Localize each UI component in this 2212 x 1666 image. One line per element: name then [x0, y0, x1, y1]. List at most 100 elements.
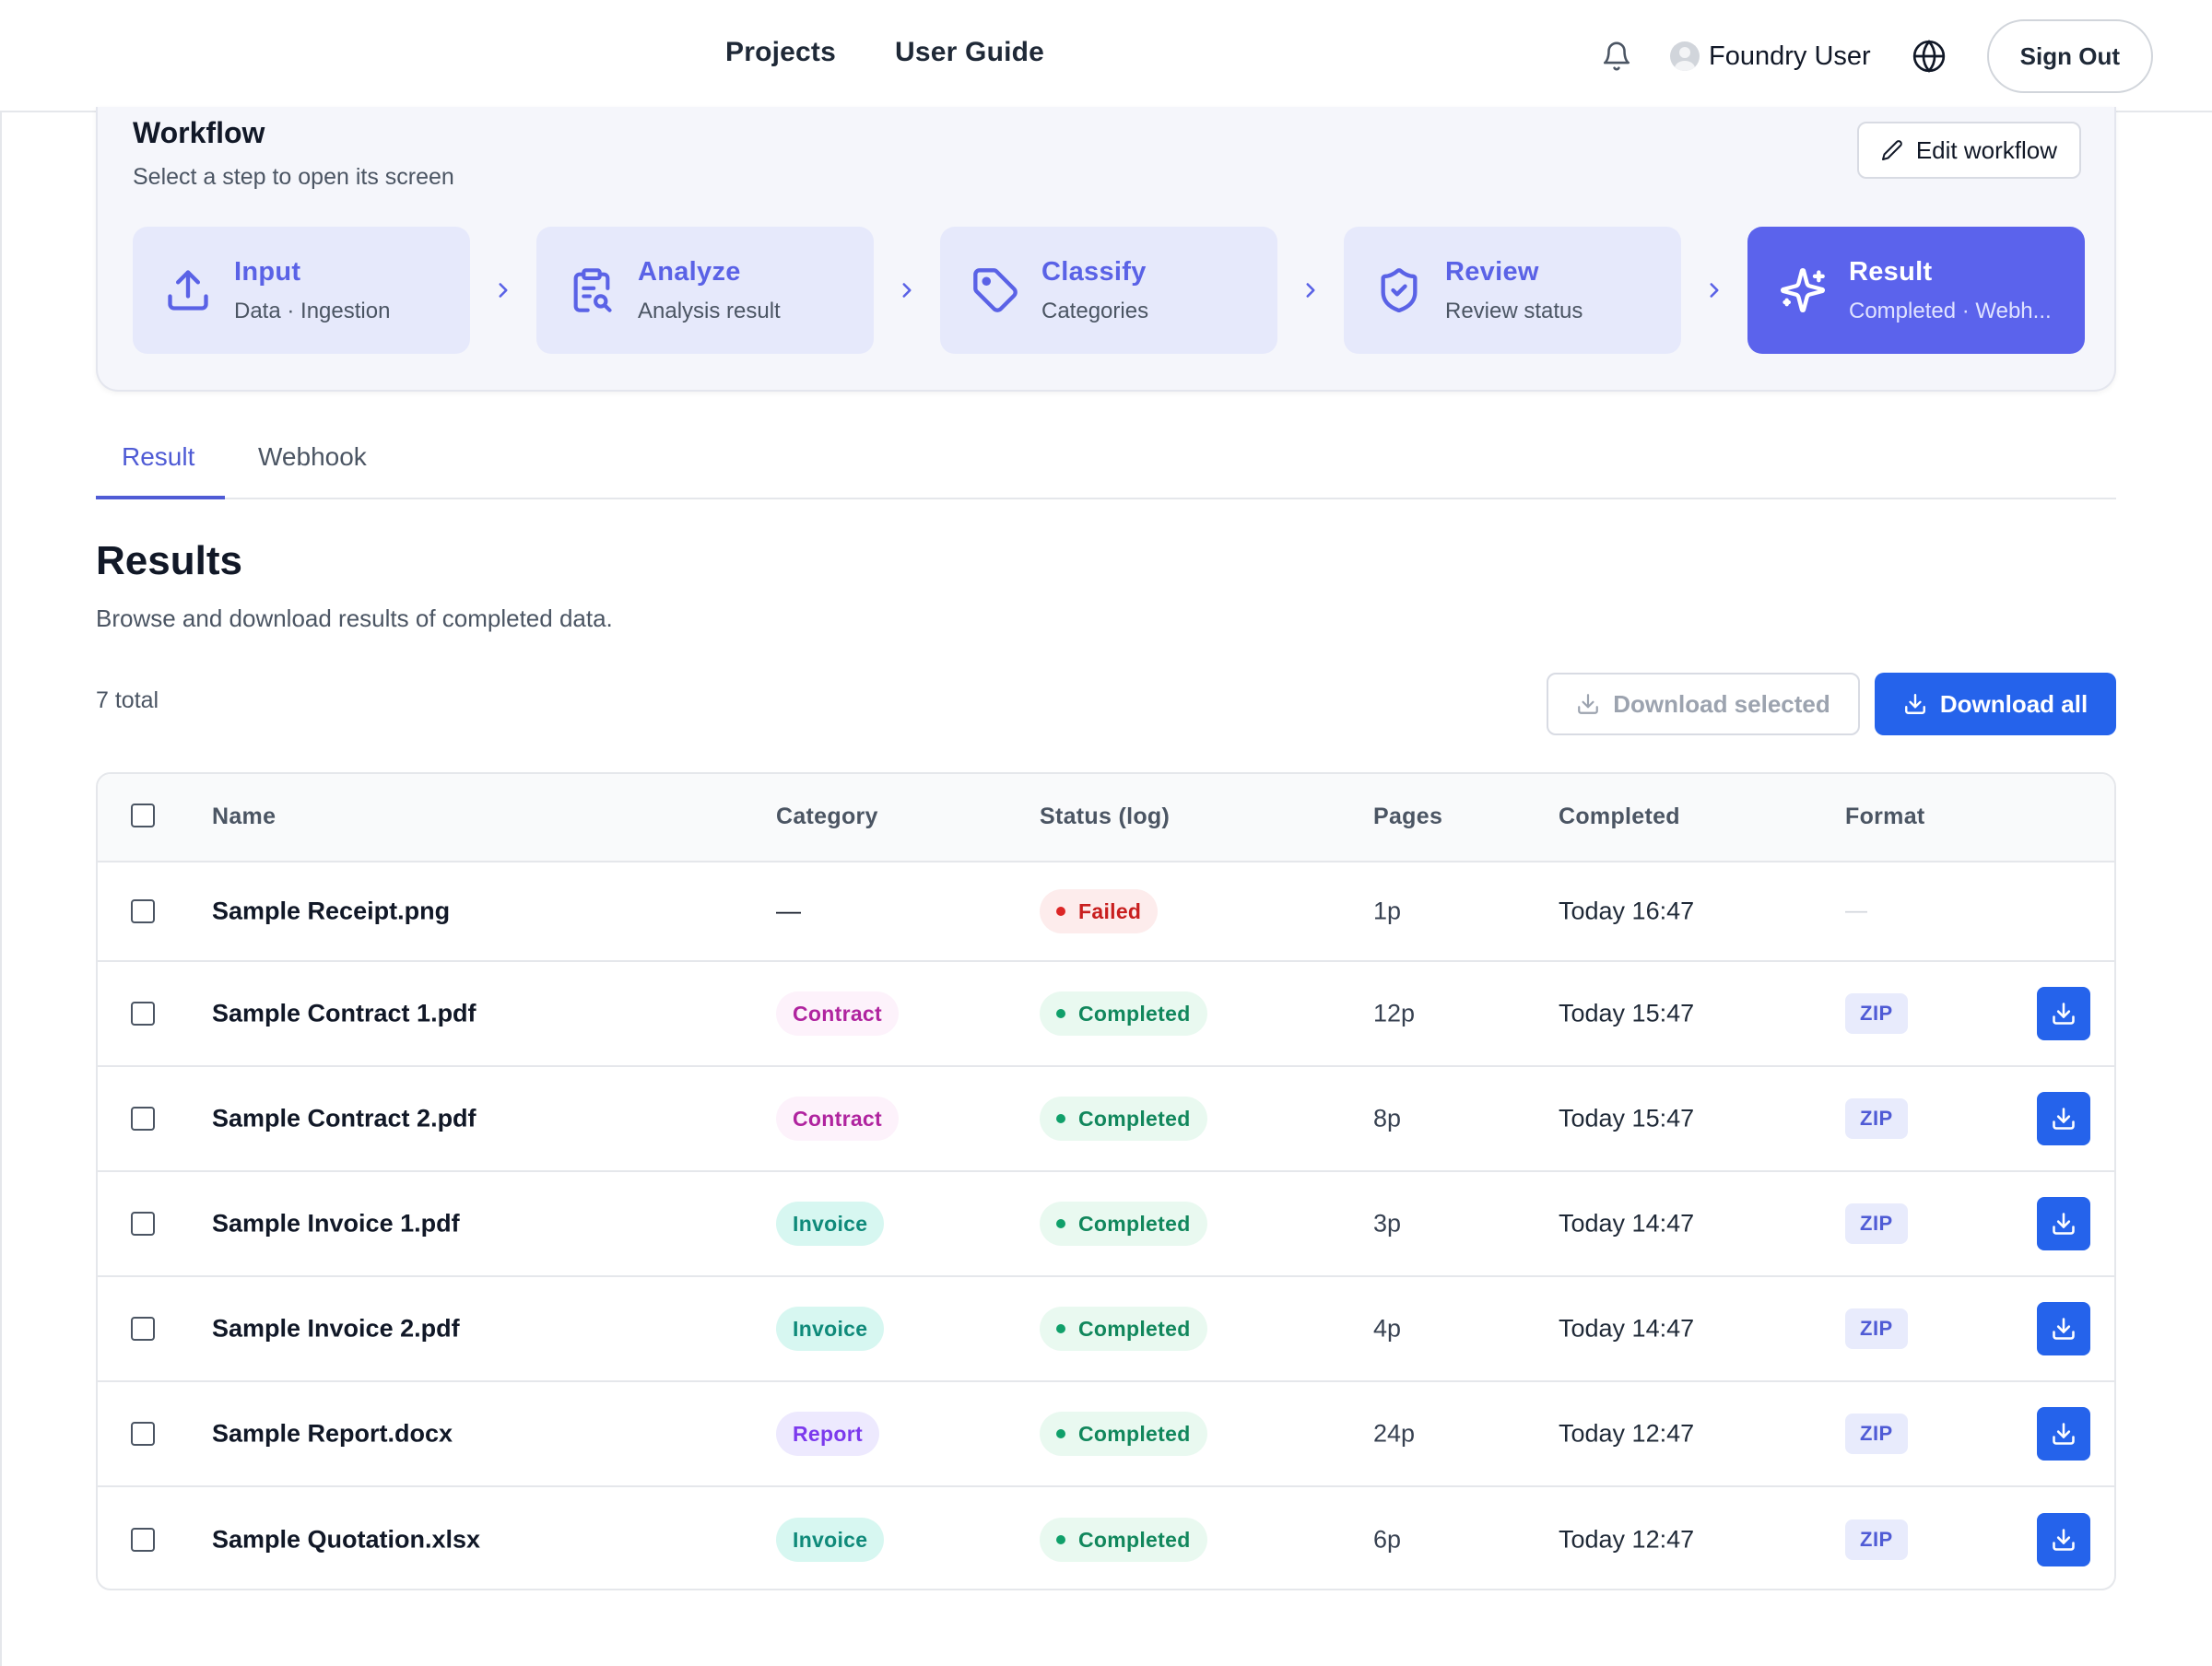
results-table: Name Category Status (log) Pages Complet… — [96, 772, 2116, 1590]
table-row[interactable]: Sample Invoice 1.pdf Invoice Completed 3… — [98, 1172, 2114, 1277]
column-header-status: Status (log) — [1040, 804, 1171, 829]
download-selected-button[interactable]: Download selected — [1547, 673, 1860, 735]
table-row[interactable]: Sample Report.docx Report Completed 24p … — [98, 1382, 2114, 1487]
upload-icon — [168, 270, 208, 311]
format-badge: ZIP — [1845, 1308, 1908, 1349]
page-count: 8p — [1373, 1104, 1402, 1132]
category-badge: Invoice — [776, 1518, 885, 1562]
status-badge: Completed — [1040, 991, 1207, 1036]
category-text: Invoice — [776, 1518, 885, 1562]
step-title: Analyze — [638, 256, 741, 287]
workflow-card: Workflow Select a step to open its scree… — [96, 107, 2116, 392]
format-badge: ZIP — [1845, 1203, 1908, 1244]
chevron-right-icon — [1277, 278, 1344, 302]
format-empty: — — [1845, 898, 1867, 923]
completed-time: Today 15:47 — [1559, 999, 1695, 1027]
row-download-button[interactable] — [2037, 987, 2090, 1040]
page-description: Browse and download results of completed… — [96, 604, 613, 632]
format-text: ZIP — [1845, 1203, 1908, 1244]
row-checkbox[interactable] — [131, 1107, 155, 1131]
step-analyze[interactable]: Analyze Analysis result — [536, 227, 874, 354]
category-text: Contract — [776, 991, 899, 1036]
file-name: Sample Quotation.xlsx — [212, 1525, 481, 1554]
nav-link-user-guide[interactable]: User Guide — [895, 37, 1044, 68]
workflow-steps: Input Data · Ingestion Analyze Analysis … — [133, 227, 2085, 354]
row-download-button[interactable] — [2037, 1302, 2090, 1355]
step-subtitle: Review status — [1445, 298, 1583, 323]
row-checkbox[interactable] — [131, 899, 155, 923]
file-name: Sample Invoice 1.pdf — [212, 1209, 460, 1238]
download-icon — [2053, 1529, 2075, 1551]
download-all-button[interactable]: Download all — [1875, 673, 2116, 735]
download-icon — [2053, 1423, 2075, 1445]
step-title: Review — [1445, 256, 1539, 287]
download-selected-label: Download selected — [1613, 689, 1830, 718]
select-all-checkbox[interactable] — [131, 804, 155, 827]
category-text: Contract — [776, 1097, 899, 1141]
category-badge: Invoice — [776, 1307, 885, 1351]
user-menu[interactable]: Foundry User — [1670, 41, 1871, 72]
status-text: Completed — [1078, 1211, 1191, 1236]
column-header-format: Format — [1845, 804, 1925, 829]
chevron-right-icon — [470, 278, 536, 302]
user-name: Foundry User — [1709, 41, 1871, 71]
row-download-button[interactable] — [2037, 1197, 2090, 1250]
table-row[interactable]: Sample Quotation.xlsx Invoice Completed … — [98, 1487, 2114, 1589]
category-text: Invoice — [776, 1202, 885, 1246]
table-row[interactable]: Sample Contract 1.pdf Contract Completed… — [98, 962, 2114, 1067]
step-classify[interactable]: Classify Categories — [940, 227, 1277, 354]
completed-time: Today 12:47 — [1559, 1419, 1695, 1448]
format-badge: ZIP — [1845, 1414, 1908, 1454]
page-title: Results — [96, 538, 242, 583]
download-icon — [2053, 1318, 2075, 1340]
tab-result[interactable]: Result — [122, 442, 194, 472]
step-result[interactable]: Result Completed · Webh... — [1747, 227, 2085, 354]
download-icon — [1904, 694, 1925, 714]
tag-icon — [973, 268, 1018, 312]
page-left-border — [0, 112, 2, 1666]
row-checkbox[interactable] — [131, 1002, 155, 1026]
page-count: 6p — [1373, 1525, 1402, 1554]
tab-webhook[interactable]: Webhook — [258, 442, 367, 472]
step-subtitle: Data · Ingestion — [234, 298, 391, 323]
category-text: Invoice — [776, 1307, 885, 1351]
table-row[interactable]: Sample Contract 2.pdf Contract Completed… — [98, 1067, 2114, 1172]
row-checkbox[interactable] — [131, 1528, 155, 1552]
status-badge: Completed — [1040, 1097, 1207, 1141]
chevron-right-icon — [874, 278, 940, 302]
format-text: ZIP — [1845, 1098, 1908, 1139]
step-input[interactable]: Input Data · Ingestion — [133, 227, 470, 354]
chevron-right-icon — [1681, 278, 1747, 302]
globe-icon[interactable] — [1912, 39, 1947, 74]
page-count: 3p — [1373, 1209, 1402, 1238]
nav-right: Foundry User Sign Out — [1598, 19, 2153, 93]
category-badge: Invoice — [776, 1202, 885, 1246]
column-header-pages: Pages — [1373, 804, 1443, 829]
column-header-completed: Completed — [1559, 804, 1680, 829]
row-download-button[interactable] — [2037, 1513, 2090, 1566]
active-tab-indicator — [96, 496, 225, 499]
status-badge: Completed — [1040, 1202, 1207, 1246]
page-count: 24p — [1373, 1419, 1416, 1448]
pencil-icon — [1881, 140, 1902, 160]
row-checkbox[interactable] — [131, 1422, 155, 1446]
table-row[interactable]: Sample Invoice 2.pdf Invoice Completed 4… — [98, 1277, 2114, 1382]
workflow-subtitle: Select a step to open its screen — [133, 164, 454, 190]
total-count: 7 total — [96, 687, 159, 713]
row-checkbox[interactable] — [131, 1212, 155, 1236]
category-badge: Report — [776, 1412, 879, 1456]
row-checkbox[interactable] — [131, 1317, 155, 1341]
format-text: ZIP — [1845, 1519, 1908, 1560]
nav-link-projects[interactable]: Projects — [725, 37, 836, 68]
sign-out-button[interactable]: Sign Out — [1986, 19, 2153, 93]
table-row[interactable]: Sample Receipt.png — Failed 1p Today 16:… — [98, 862, 2114, 962]
bell-icon[interactable] — [1598, 38, 1635, 75]
completed-time: Today 14:47 — [1559, 1209, 1695, 1238]
row-download-button[interactable] — [2037, 1092, 2090, 1145]
edit-workflow-button[interactable]: Edit workflow — [1856, 122, 2081, 179]
step-review[interactable]: Review Review status — [1344, 227, 1681, 354]
step-title: Result — [1849, 256, 1933, 287]
edit-workflow-label: Edit workflow — [1915, 135, 2057, 164]
row-download-button[interactable] — [2037, 1407, 2090, 1461]
file-name: Sample Contract 2.pdf — [212, 1104, 477, 1132]
